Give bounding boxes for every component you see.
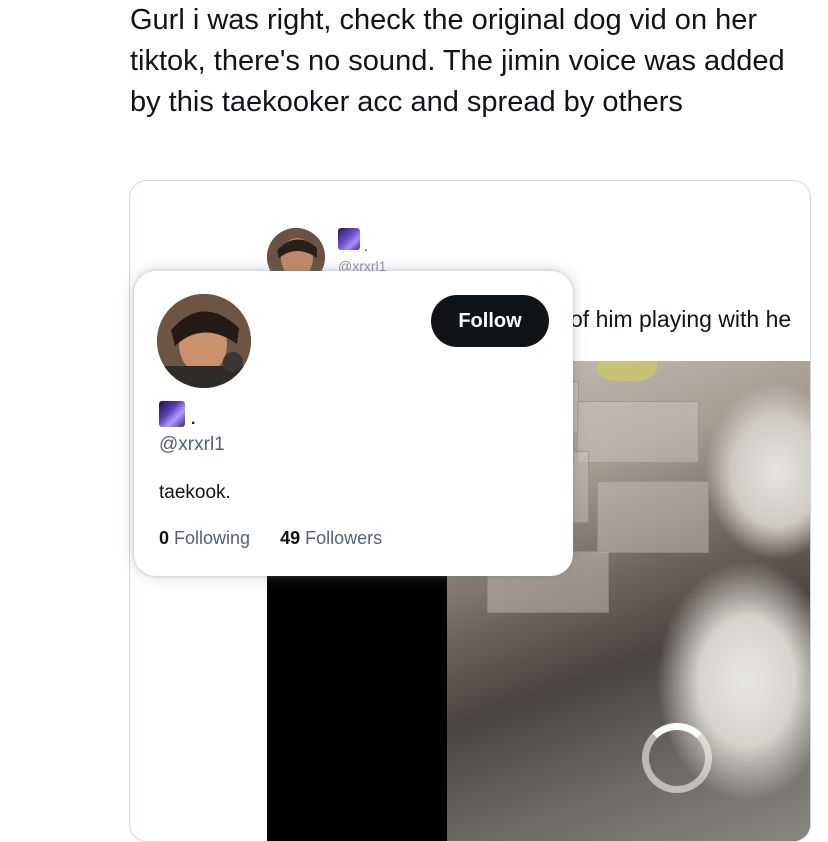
following-count: 0 [159, 528, 170, 548]
profile-handle[interactable]: @xrxrl1 [159, 434, 225, 456]
embedded-tweet-text: of him playing with he [570, 306, 792, 332]
profile-bio: taekook. [159, 482, 231, 503]
embedded-badge-icon [338, 228, 360, 250]
profile-avatar[interactable] [157, 294, 251, 388]
following-stat[interactable]: 0 Following [159, 528, 250, 549]
following-label: Following [174, 528, 251, 548]
embedded-badge-suffix: . [364, 238, 368, 254]
follow-button[interactable]: Follow [431, 295, 549, 347]
floor-tile [577, 401, 699, 463]
followers-count: 49 [280, 528, 301, 548]
followers-label: Followers [305, 528, 383, 548]
floor-tile [597, 481, 709, 553]
profile-badge-icon [159, 401, 185, 427]
profile-badge-suffix: . [191, 411, 196, 428]
tweet-text: Gurl i was right, check the original dog… [130, 4, 785, 118]
profile-hover-card: Follow . @xrxrl1 taekook. 0 Following 49… [134, 271, 573, 576]
profile-stats: 0 Following 49 Followers [159, 528, 382, 549]
loading-spinner-icon [642, 723, 712, 793]
plant-leaves [597, 361, 657, 381]
followers-stat[interactable]: 49 Followers [280, 528, 382, 549]
avatar-photo-icon [157, 294, 251, 388]
